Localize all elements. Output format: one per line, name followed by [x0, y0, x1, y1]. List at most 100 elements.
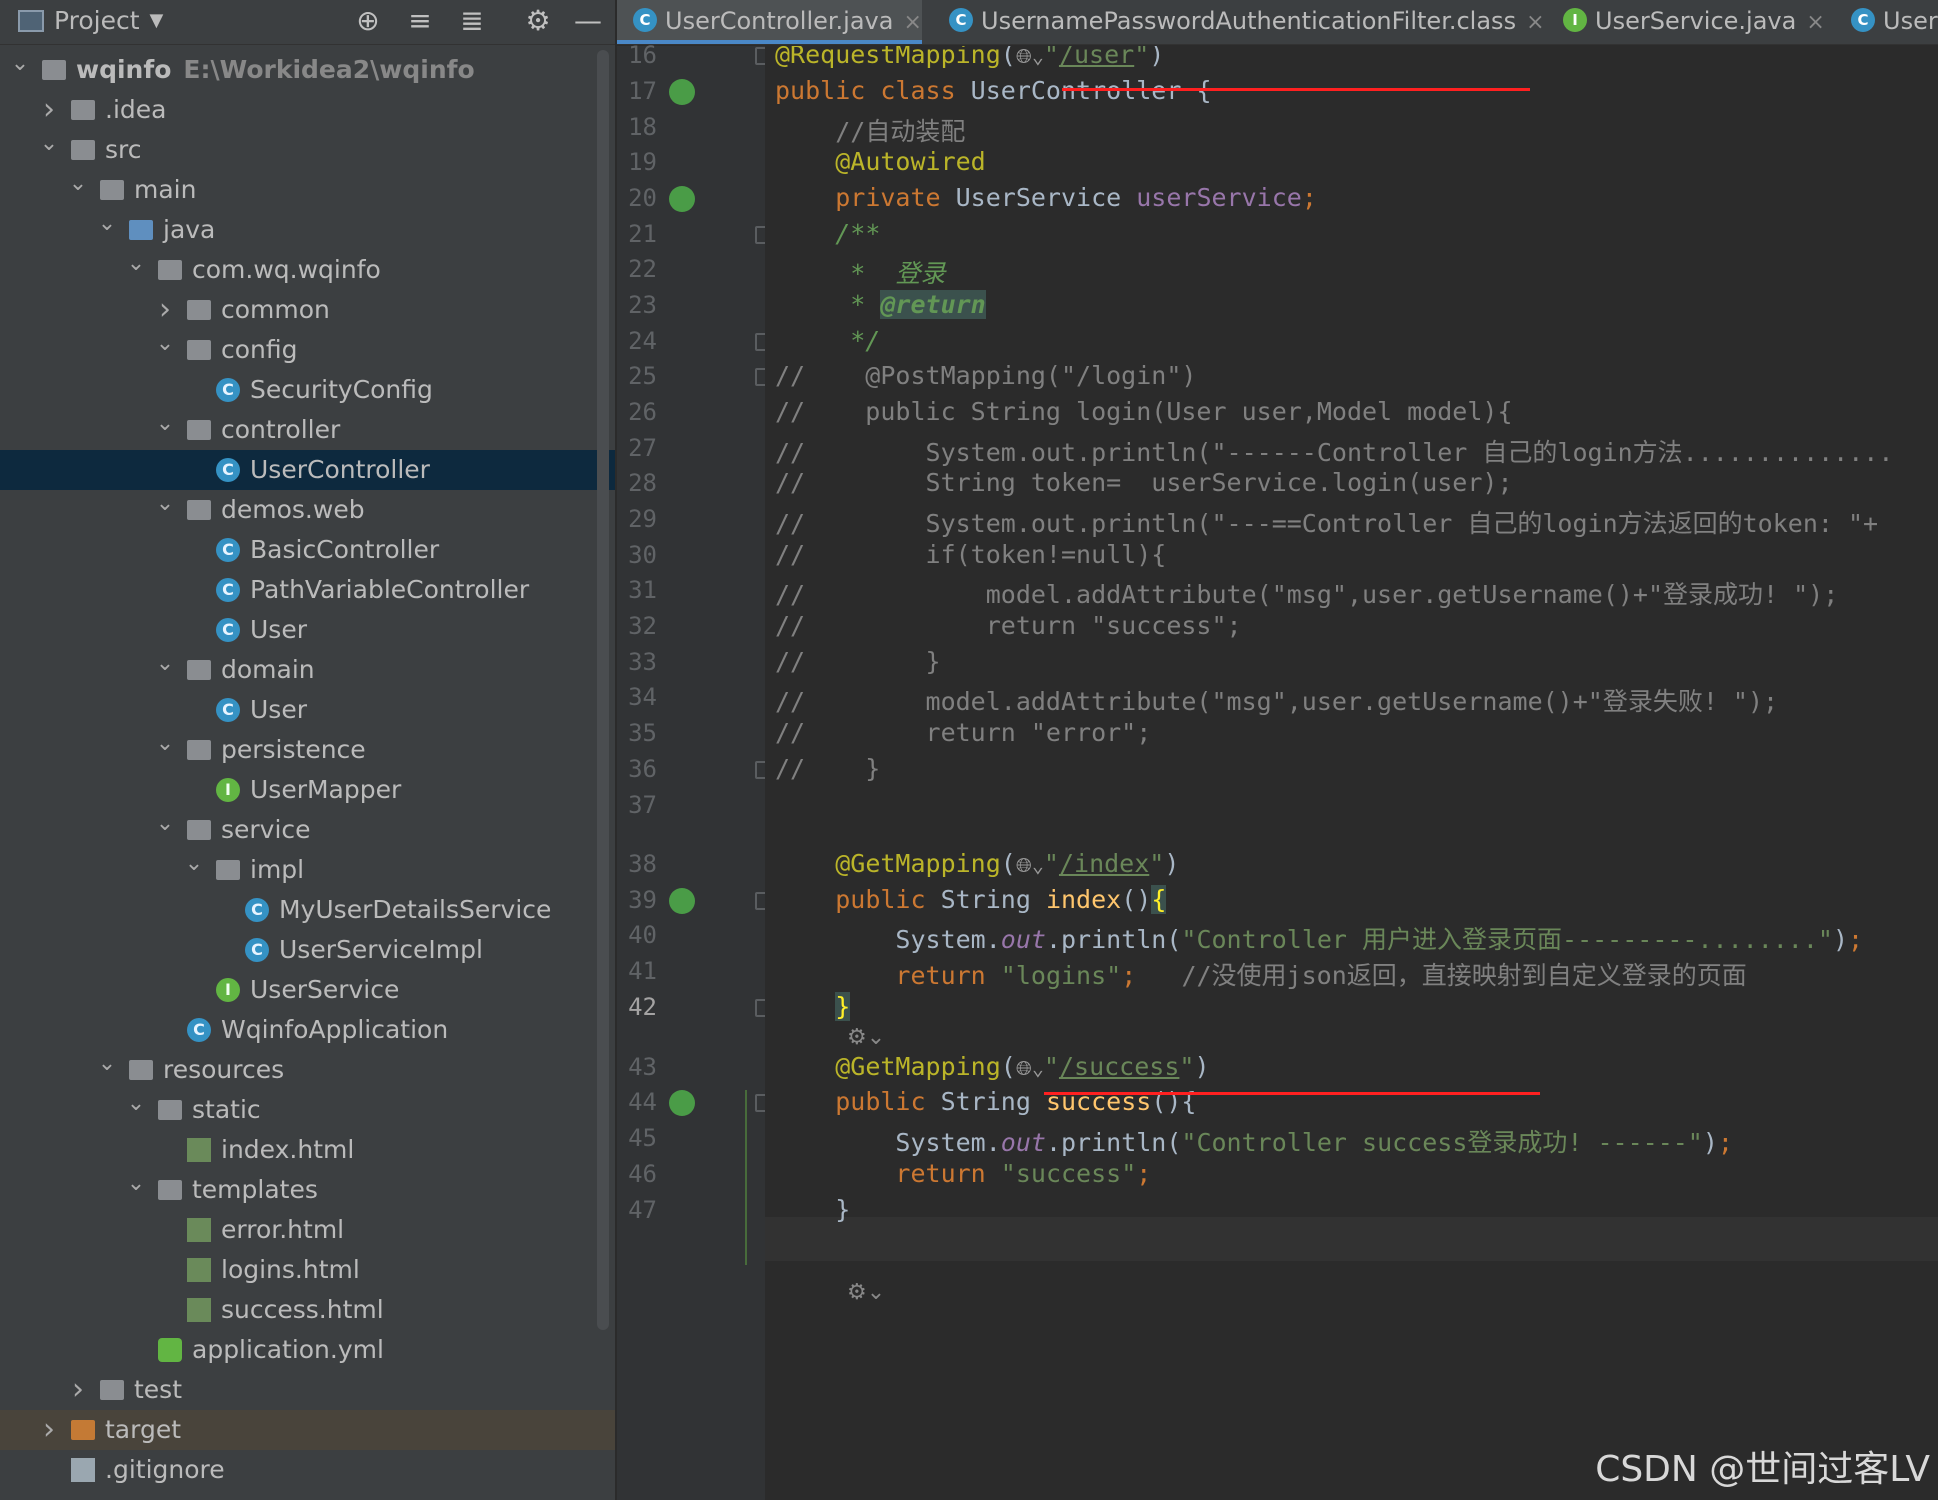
code-editor[interactable]: @RequestMapping(🌐︎⌄"/user") public class … [765, 46, 1938, 1500]
tree-item[interactable]: C User [0, 690, 615, 730]
close-icon[interactable]: × [1526, 10, 1544, 35]
tree-item[interactable]: application.yml [0, 1330, 615, 1370]
tree-item[interactable]: ⌄ service [0, 810, 615, 850]
code-line[interactable]: } [775, 1195, 850, 1224]
locate-icon[interactable]: ⊕ [350, 4, 386, 37]
code-line[interactable]: /** [775, 219, 880, 248]
tree-item[interactable]: ⌄ src [0, 130, 615, 170]
tree-item[interactable]: ⌄ com.wq.wqinfo [0, 250, 615, 290]
code-line[interactable]: @GetMapping(🌐︎⌄"/success") [775, 1052, 1209, 1081]
tree-item[interactable]: › target [0, 1410, 615, 1450]
code-line[interactable]: public String index(){ [775, 885, 1167, 914]
chevron-down-icon[interactable]: ⌄ [126, 1084, 146, 1124]
code-line[interactable]: // @PostMapping("/login") [775, 361, 1196, 390]
tree-item[interactable]: ⌄ static [0, 1090, 615, 1130]
chevron-down-icon[interactable]: ⌄ [155, 644, 175, 684]
tree-item[interactable]: › common [0, 290, 615, 330]
tree-item[interactable]: › .idea [0, 90, 615, 130]
tree-item[interactable]: C PathVariableController [0, 570, 615, 610]
editor-tab[interactable]: C UsernamePasswordAuthenticationFilter.cl… [933, 0, 1545, 44]
editor-tab[interactable]: C UserController.java × [617, 0, 922, 44]
chevron-down-icon[interactable]: ⌄ [126, 244, 146, 284]
code-line[interactable]: System.out.println("Controller success登录… [775, 1123, 1733, 1159]
code-line[interactable]: * 登录 [775, 254, 945, 290]
code-line[interactable]: // System.out.println("---==Controller 自… [775, 504, 1878, 540]
code-line[interactable]: // if(token!=null){ [775, 540, 1166, 569]
code-line[interactable]: // } [775, 647, 941, 676]
tree-item[interactable]: I UserService [0, 970, 615, 1010]
code-line[interactable]: private UserService userService; [775, 183, 1317, 212]
close-icon[interactable]: × [1806, 10, 1824, 35]
tree-item[interactable]: ⌄ main [0, 170, 615, 210]
tree-item[interactable]: C MyUserDetailsService [0, 890, 615, 930]
project-view-selector[interactable]: Project ▼ [18, 6, 163, 35]
tree-item[interactable]: › test [0, 1370, 615, 1410]
chevron-down-icon[interactable]: ⌄ [68, 164, 88, 204]
inlay-hint-icon[interactable]: ⚙⌄ [847, 1025, 885, 1050]
chevron-down-icon[interactable]: ⌄ [39, 124, 59, 164]
tree-item[interactable]: ⌄ java [0, 210, 615, 250]
code-line[interactable]: // } [775, 754, 880, 783]
tree-item[interactable]: ⌄ domain [0, 650, 615, 690]
code-line[interactable]: // return "success"; [775, 611, 1242, 640]
code-line[interactable]: * @return [775, 290, 986, 319]
chevron-down-icon[interactable]: ⌄ [155, 804, 175, 844]
tree-item[interactable]: logins.html [0, 1250, 615, 1290]
code-line[interactable]: // String token= userService.login(user)… [775, 468, 1513, 497]
tree-item[interactable]: C BasicController [0, 530, 615, 570]
chevron-down-icon[interactable]: ⌄ [126, 1164, 146, 1204]
code-line[interactable]: @RequestMapping(🌐︎⌄"/user") [775, 46, 1164, 69]
code-line[interactable]: @GetMapping(🌐︎⌄"/index") [775, 849, 1179, 878]
collapse-all-icon[interactable]: ≣ [454, 4, 490, 37]
tree-item[interactable]: ⌄ resources [0, 1050, 615, 1090]
editor-tab[interactable]: I UserService.java × [1547, 0, 1825, 44]
tree-item[interactable]: .gitignore [0, 1450, 615, 1490]
chevron-down-icon[interactable]: ⌄ [10, 44, 30, 84]
autowired-icon[interactable] [669, 186, 695, 212]
tree-item[interactable]: error.html [0, 1210, 615, 1250]
chevron-down-icon[interactable]: ⌄ [155, 404, 175, 444]
code-line[interactable]: return "success"; [775, 1159, 1151, 1188]
tree-item[interactable]: ⌄ config [0, 330, 615, 370]
chevron-down-icon[interactable]: ⌄ [155, 724, 175, 764]
tree-item[interactable]: C UserServiceImpl [0, 930, 615, 970]
code-line[interactable]: //自动装配 [775, 112, 965, 148]
code-line[interactable]: @Autowired [775, 147, 986, 176]
code-line[interactable]: System.out.println("Controller 用户进入登录页面-… [775, 920, 1863, 956]
tree-item[interactable]: success.html [0, 1290, 615, 1330]
chevron-down-icon[interactable]: ⌄ [155, 484, 175, 524]
tree-scrollbar[interactable] [597, 50, 609, 1330]
tree-item[interactable]: C User [0, 610, 615, 650]
chevron-down-icon[interactable]: ⌄ [97, 1044, 117, 1084]
tree-item[interactable]: index.html [0, 1130, 615, 1170]
editor-tab[interactable]: C User [1835, 0, 1938, 44]
code-line[interactable]: // model.addAttribute("msg",user.getUser… [775, 575, 1838, 611]
tree-item[interactable]: ⌄ impl [0, 850, 615, 890]
code-line[interactable]: } [775, 992, 851, 1021]
expand-all-icon[interactable]: ≡ [402, 4, 438, 37]
hide-icon[interactable]: — [570, 4, 606, 37]
tree-item[interactable]: ⌄ demos.web [0, 490, 615, 530]
mapping-icon[interactable] [669, 1090, 695, 1116]
code-line[interactable]: // System.out.println("------Controller … [775, 433, 1893, 469]
mapping-icon[interactable] [669, 888, 695, 914]
code-line[interactable]: // public String login(User user,Model m… [775, 397, 1513, 426]
chevron-right-icon[interactable]: › [68, 1370, 88, 1410]
chevron-down-icon[interactable]: ⌄ [155, 324, 175, 364]
tree-item[interactable]: ⌄ wqinfo E:\Workidea2\wqinfo [0, 50, 615, 90]
bean-icon[interactable] [669, 79, 695, 105]
tree-item[interactable]: C WqinfoApplication [0, 1010, 615, 1050]
tree-item[interactable]: C SecurityConfig [0, 370, 615, 410]
code-line[interactable]: */ [775, 326, 880, 355]
tree-item[interactable]: ⌄ persistence [0, 730, 615, 770]
chevron-right-icon[interactable]: › [39, 1410, 59, 1450]
tree-item[interactable]: ⌄ controller [0, 410, 615, 450]
tree-item[interactable]: ⌄ templates [0, 1170, 615, 1210]
chevron-down-icon[interactable]: ⌄ [184, 844, 204, 884]
close-icon[interactable]: × [903, 10, 921, 35]
inlay-hint-icon[interactable]: ⚙⌄ [847, 1280, 885, 1305]
code-line[interactable]: return "logins"; //没使用json返回，直接映射到自定义登录的… [775, 956, 1746, 992]
gear-icon[interactable]: ⚙ [520, 4, 556, 37]
code-line[interactable]: // model.addAttribute("msg",user.getUser… [775, 682, 1778, 718]
tree-item[interactable]: C UserController [0, 450, 615, 490]
